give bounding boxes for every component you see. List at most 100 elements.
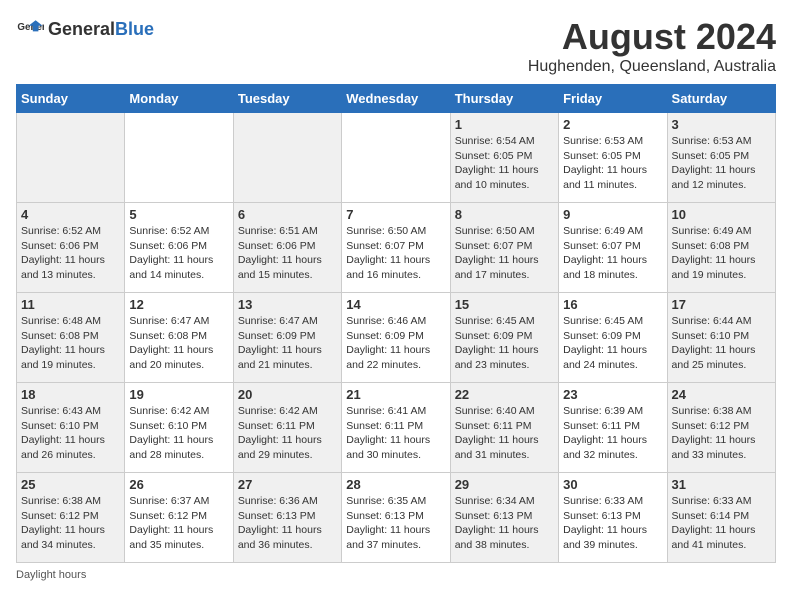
day-number: 13 [238, 297, 337, 312]
table-row: 11 Sunrise: 6:48 AMSunset: 6:08 PMDaylig… [17, 293, 125, 383]
day-number: 29 [455, 477, 554, 492]
day-number: 8 [455, 207, 554, 222]
day-info: Sunrise: 6:48 AMSunset: 6:08 PMDaylight:… [21, 314, 120, 373]
title-area: August 2024 Hughenden, Queensland, Austr… [528, 16, 776, 76]
day-info: Sunrise: 6:42 AMSunset: 6:11 PMDaylight:… [238, 404, 337, 463]
day-number: 21 [346, 387, 445, 402]
page-header: General General Blue August 2024 Hughend… [16, 16, 776, 76]
logo-icon: General [16, 16, 44, 44]
header-friday: Friday [559, 85, 667, 113]
day-info: Sunrise: 6:38 AMSunset: 6:12 PMDaylight:… [672, 404, 771, 463]
header-tuesday: Tuesday [233, 85, 341, 113]
day-info: Sunrise: 6:42 AMSunset: 6:10 PMDaylight:… [129, 404, 228, 463]
table-row: 19 Sunrise: 6:42 AMSunset: 6:10 PMDaylig… [125, 383, 233, 473]
day-info: Sunrise: 6:40 AMSunset: 6:11 PMDaylight:… [455, 404, 554, 463]
day-number: 16 [563, 297, 662, 312]
table-row: 18 Sunrise: 6:43 AMSunset: 6:10 PMDaylig… [17, 383, 125, 473]
day-number: 12 [129, 297, 228, 312]
table-row: 13 Sunrise: 6:47 AMSunset: 6:09 PMDaylig… [233, 293, 341, 383]
day-info: Sunrise: 6:36 AMSunset: 6:13 PMDaylight:… [238, 494, 337, 553]
day-number: 10 [672, 207, 771, 222]
table-row: 31 Sunrise: 6:33 AMSunset: 6:14 PMDaylig… [667, 473, 775, 563]
table-row: 5 Sunrise: 6:52 AMSunset: 6:06 PMDayligh… [125, 203, 233, 293]
header-monday: Monday [125, 85, 233, 113]
logo: General General Blue [16, 16, 154, 44]
table-row [125, 113, 233, 203]
day-info: Sunrise: 6:54 AMSunset: 6:05 PMDaylight:… [455, 134, 554, 193]
table-row: 10 Sunrise: 6:49 AMSunset: 6:08 PMDaylig… [667, 203, 775, 293]
day-info: Sunrise: 6:46 AMSunset: 6:09 PMDaylight:… [346, 314, 445, 373]
table-row: 3 Sunrise: 6:53 AMSunset: 6:05 PMDayligh… [667, 113, 775, 203]
day-info: Sunrise: 6:45 AMSunset: 6:09 PMDaylight:… [455, 314, 554, 373]
day-info: Sunrise: 6:43 AMSunset: 6:10 PMDaylight:… [21, 404, 120, 463]
table-row: 17 Sunrise: 6:44 AMSunset: 6:10 PMDaylig… [667, 293, 775, 383]
day-number: 7 [346, 207, 445, 222]
calendar-week-row: 4 Sunrise: 6:52 AMSunset: 6:06 PMDayligh… [17, 203, 776, 293]
day-number: 4 [21, 207, 120, 222]
day-info: Sunrise: 6:49 AMSunset: 6:08 PMDaylight:… [672, 224, 771, 283]
calendar-week-row: 11 Sunrise: 6:48 AMSunset: 6:08 PMDaylig… [17, 293, 776, 383]
day-info: Sunrise: 6:53 AMSunset: 6:05 PMDaylight:… [563, 134, 662, 193]
table-row: 12 Sunrise: 6:47 AMSunset: 6:08 PMDaylig… [125, 293, 233, 383]
footer-note: Daylight hours [16, 569, 776, 581]
day-info: Sunrise: 6:52 AMSunset: 6:06 PMDaylight:… [129, 224, 228, 283]
day-number: 9 [563, 207, 662, 222]
logo-general-text: General [48, 20, 115, 40]
day-info: Sunrise: 6:33 AMSunset: 6:13 PMDaylight:… [563, 494, 662, 553]
day-number: 5 [129, 207, 228, 222]
day-number: 22 [455, 387, 554, 402]
day-number: 19 [129, 387, 228, 402]
table-row: 29 Sunrise: 6:34 AMSunset: 6:13 PMDaylig… [450, 473, 558, 563]
table-row: 28 Sunrise: 6:35 AMSunset: 6:13 PMDaylig… [342, 473, 450, 563]
table-row: 2 Sunrise: 6:53 AMSunset: 6:05 PMDayligh… [559, 113, 667, 203]
day-number: 27 [238, 477, 337, 492]
day-number: 30 [563, 477, 662, 492]
table-row: 23 Sunrise: 6:39 AMSunset: 6:11 PMDaylig… [559, 383, 667, 473]
day-number: 6 [238, 207, 337, 222]
day-info: Sunrise: 6:39 AMSunset: 6:11 PMDaylight:… [563, 404, 662, 463]
day-info: Sunrise: 6:41 AMSunset: 6:11 PMDaylight:… [346, 404, 445, 463]
day-info: Sunrise: 6:33 AMSunset: 6:14 PMDaylight:… [672, 494, 771, 553]
day-number: 23 [563, 387, 662, 402]
day-info: Sunrise: 6:34 AMSunset: 6:13 PMDaylight:… [455, 494, 554, 553]
table-row: 8 Sunrise: 6:50 AMSunset: 6:07 PMDayligh… [450, 203, 558, 293]
day-info: Sunrise: 6:38 AMSunset: 6:12 PMDaylight:… [21, 494, 120, 553]
day-number: 1 [455, 117, 554, 132]
header-saturday: Saturday [667, 85, 775, 113]
location-subtitle: Hughenden, Queensland, Australia [528, 58, 776, 76]
table-row: 15 Sunrise: 6:45 AMSunset: 6:09 PMDaylig… [450, 293, 558, 383]
day-info: Sunrise: 6:44 AMSunset: 6:10 PMDaylight:… [672, 314, 771, 373]
day-number: 31 [672, 477, 771, 492]
day-info: Sunrise: 6:50 AMSunset: 6:07 PMDaylight:… [346, 224, 445, 283]
day-number: 15 [455, 297, 554, 312]
table-row: 27 Sunrise: 6:36 AMSunset: 6:13 PMDaylig… [233, 473, 341, 563]
table-row: 26 Sunrise: 6:37 AMSunset: 6:12 PMDaylig… [125, 473, 233, 563]
day-number: 2 [563, 117, 662, 132]
table-row: 20 Sunrise: 6:42 AMSunset: 6:11 PMDaylig… [233, 383, 341, 473]
table-row: 24 Sunrise: 6:38 AMSunset: 6:12 PMDaylig… [667, 383, 775, 473]
day-number: 28 [346, 477, 445, 492]
table-row: 1 Sunrise: 6:54 AMSunset: 6:05 PMDayligh… [450, 113, 558, 203]
day-number: 26 [129, 477, 228, 492]
header-thursday: Thursday [450, 85, 558, 113]
table-row: 25 Sunrise: 6:38 AMSunset: 6:12 PMDaylig… [17, 473, 125, 563]
day-number: 24 [672, 387, 771, 402]
day-number: 20 [238, 387, 337, 402]
header-wednesday: Wednesday [342, 85, 450, 113]
header-sunday: Sunday [17, 85, 125, 113]
day-number: 14 [346, 297, 445, 312]
day-info: Sunrise: 6:47 AMSunset: 6:09 PMDaylight:… [238, 314, 337, 373]
day-info: Sunrise: 6:37 AMSunset: 6:12 PMDaylight:… [129, 494, 228, 553]
calendar-table: Sunday Monday Tuesday Wednesday Thursday… [16, 84, 776, 563]
day-info: Sunrise: 6:52 AMSunset: 6:06 PMDaylight:… [21, 224, 120, 283]
day-info: Sunrise: 6:53 AMSunset: 6:05 PMDaylight:… [672, 134, 771, 193]
table-row [17, 113, 125, 203]
month-year-title: August 2024 [528, 16, 776, 58]
logo-blue-text: Blue [115, 20, 154, 40]
table-row: 22 Sunrise: 6:40 AMSunset: 6:11 PMDaylig… [450, 383, 558, 473]
table-row: 16 Sunrise: 6:45 AMSunset: 6:09 PMDaylig… [559, 293, 667, 383]
calendar-week-row: 18 Sunrise: 6:43 AMSunset: 6:10 PMDaylig… [17, 383, 776, 473]
table-row: 14 Sunrise: 6:46 AMSunset: 6:09 PMDaylig… [342, 293, 450, 383]
table-row: 21 Sunrise: 6:41 AMSunset: 6:11 PMDaylig… [342, 383, 450, 473]
calendar-header-row: Sunday Monday Tuesday Wednesday Thursday… [17, 85, 776, 113]
